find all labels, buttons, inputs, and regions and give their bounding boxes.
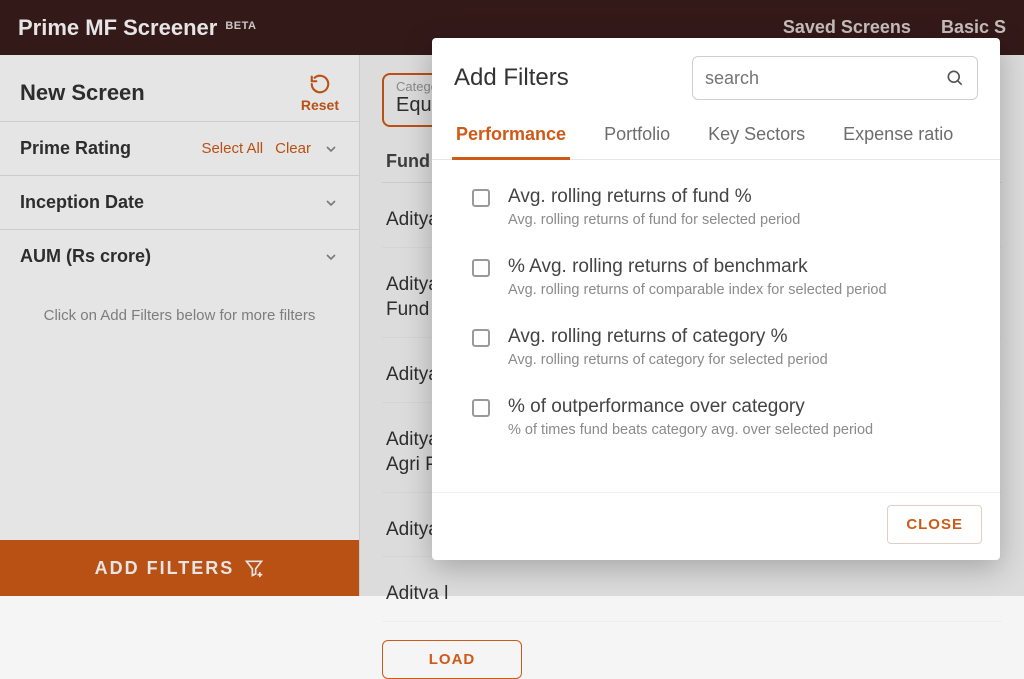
new-screen-title: New Screen [20,80,145,106]
filter-desc: Avg. rolling returns of comparable index… [508,282,887,298]
checkbox[interactable] [472,189,490,207]
modal-footer: CLOSE [432,492,1000,560]
modal-header: Add Filters [432,38,1000,112]
checkbox[interactable] [472,259,490,277]
sidebar-row-inception-date[interactable]: Inception Date [0,175,359,229]
checkbox[interactable] [472,399,490,417]
filter-desc: Avg. rolling returns of category for sel… [508,352,828,368]
basic-search-link[interactable]: Basic S [941,17,1006,38]
funnel-plus-icon [244,558,264,578]
search-input[interactable] [705,68,937,89]
fund-name: Aditva l [386,583,448,604]
sidebar: New Screen Reset Prime Rating Select All… [0,55,360,596]
row-label: Prime Rating [20,138,131,159]
sidebar-row-aum[interactable]: AUM (Rs crore) [0,229,359,283]
load-more-button[interactable]: LOAD [382,640,522,679]
tab-key-sectors[interactable]: Key Sectors [706,112,807,159]
add-filters-label: ADD FILTERS [95,558,235,579]
app-title-text: Prime MF Screener [18,15,217,41]
tab-portfolio[interactable]: Portfolio [602,112,672,159]
row-label: Inception Date [20,192,144,213]
reset-button[interactable]: Reset [301,73,339,113]
filter-label: % Avg. rolling returns of benchmark [508,256,887,278]
filter-option[interactable]: Avg. rolling returns of fund % Avg. roll… [472,174,972,244]
filter-list[interactable]: Avg. rolling returns of fund % Avg. roll… [432,160,1000,492]
add-filters-button[interactable]: ADD FILTERS [0,540,359,596]
clear-link[interactable]: Clear [275,140,311,157]
filter-option[interactable]: % Avg. rolling returns of benchmark Avg.… [472,244,972,314]
modal-tabs: Performance Portfolio Key Sectors Expens… [432,112,1000,160]
filter-label: % of outperformance over category [508,396,873,418]
close-button[interactable]: CLOSE [887,505,982,544]
reset-label: Reset [301,97,339,113]
filter-label: Avg. rolling returns of fund % [508,186,800,208]
beta-badge: BETA [225,20,256,32]
modal-title: Add Filters [454,64,569,92]
sidebar-row-prime-rating[interactable]: Prime Rating Select All Clear [0,121,359,175]
table-row[interactable]: Aditva l [382,567,1002,622]
filter-search-box[interactable] [692,56,978,100]
reset-icon [309,73,331,95]
row-controls: Select All Clear [201,140,339,157]
filter-option[interactable]: Avg. rolling returns of category % Avg. … [472,314,972,384]
header-links: Saved Screens Basic S [783,17,1006,38]
fund-name: Aditya [386,209,439,230]
select-all-link[interactable]: Select All [201,140,263,157]
app-title: Prime MF Screener BETA [18,15,256,41]
checkbox[interactable] [472,329,490,347]
filter-desc: Avg. rolling returns of fund for selecte… [508,212,800,228]
chevron-down-icon[interactable] [323,195,339,211]
row-label: AUM (Rs crore) [20,246,151,267]
sidebar-helper-text: Click on Add Filters below for more filt… [0,283,359,348]
tab-expense-ratio[interactable]: Expense ratio [841,112,955,159]
filter-option[interactable]: % of outperformance over category % of t… [472,384,972,454]
tab-performance[interactable]: Performance [454,112,568,159]
add-filters-modal: Add Filters Performance Portfolio Key Se… [432,38,1000,560]
filter-desc: % of times fund beats category avg. over… [508,422,873,438]
saved-screens-link[interactable]: Saved Screens [783,17,911,38]
sidebar-top: New Screen Reset [0,55,359,121]
filter-label: Avg. rolling returns of category % [508,326,828,348]
search-icon[interactable] [945,68,965,88]
chevron-down-icon[interactable] [323,141,339,157]
chevron-down-icon[interactable] [323,249,339,265]
